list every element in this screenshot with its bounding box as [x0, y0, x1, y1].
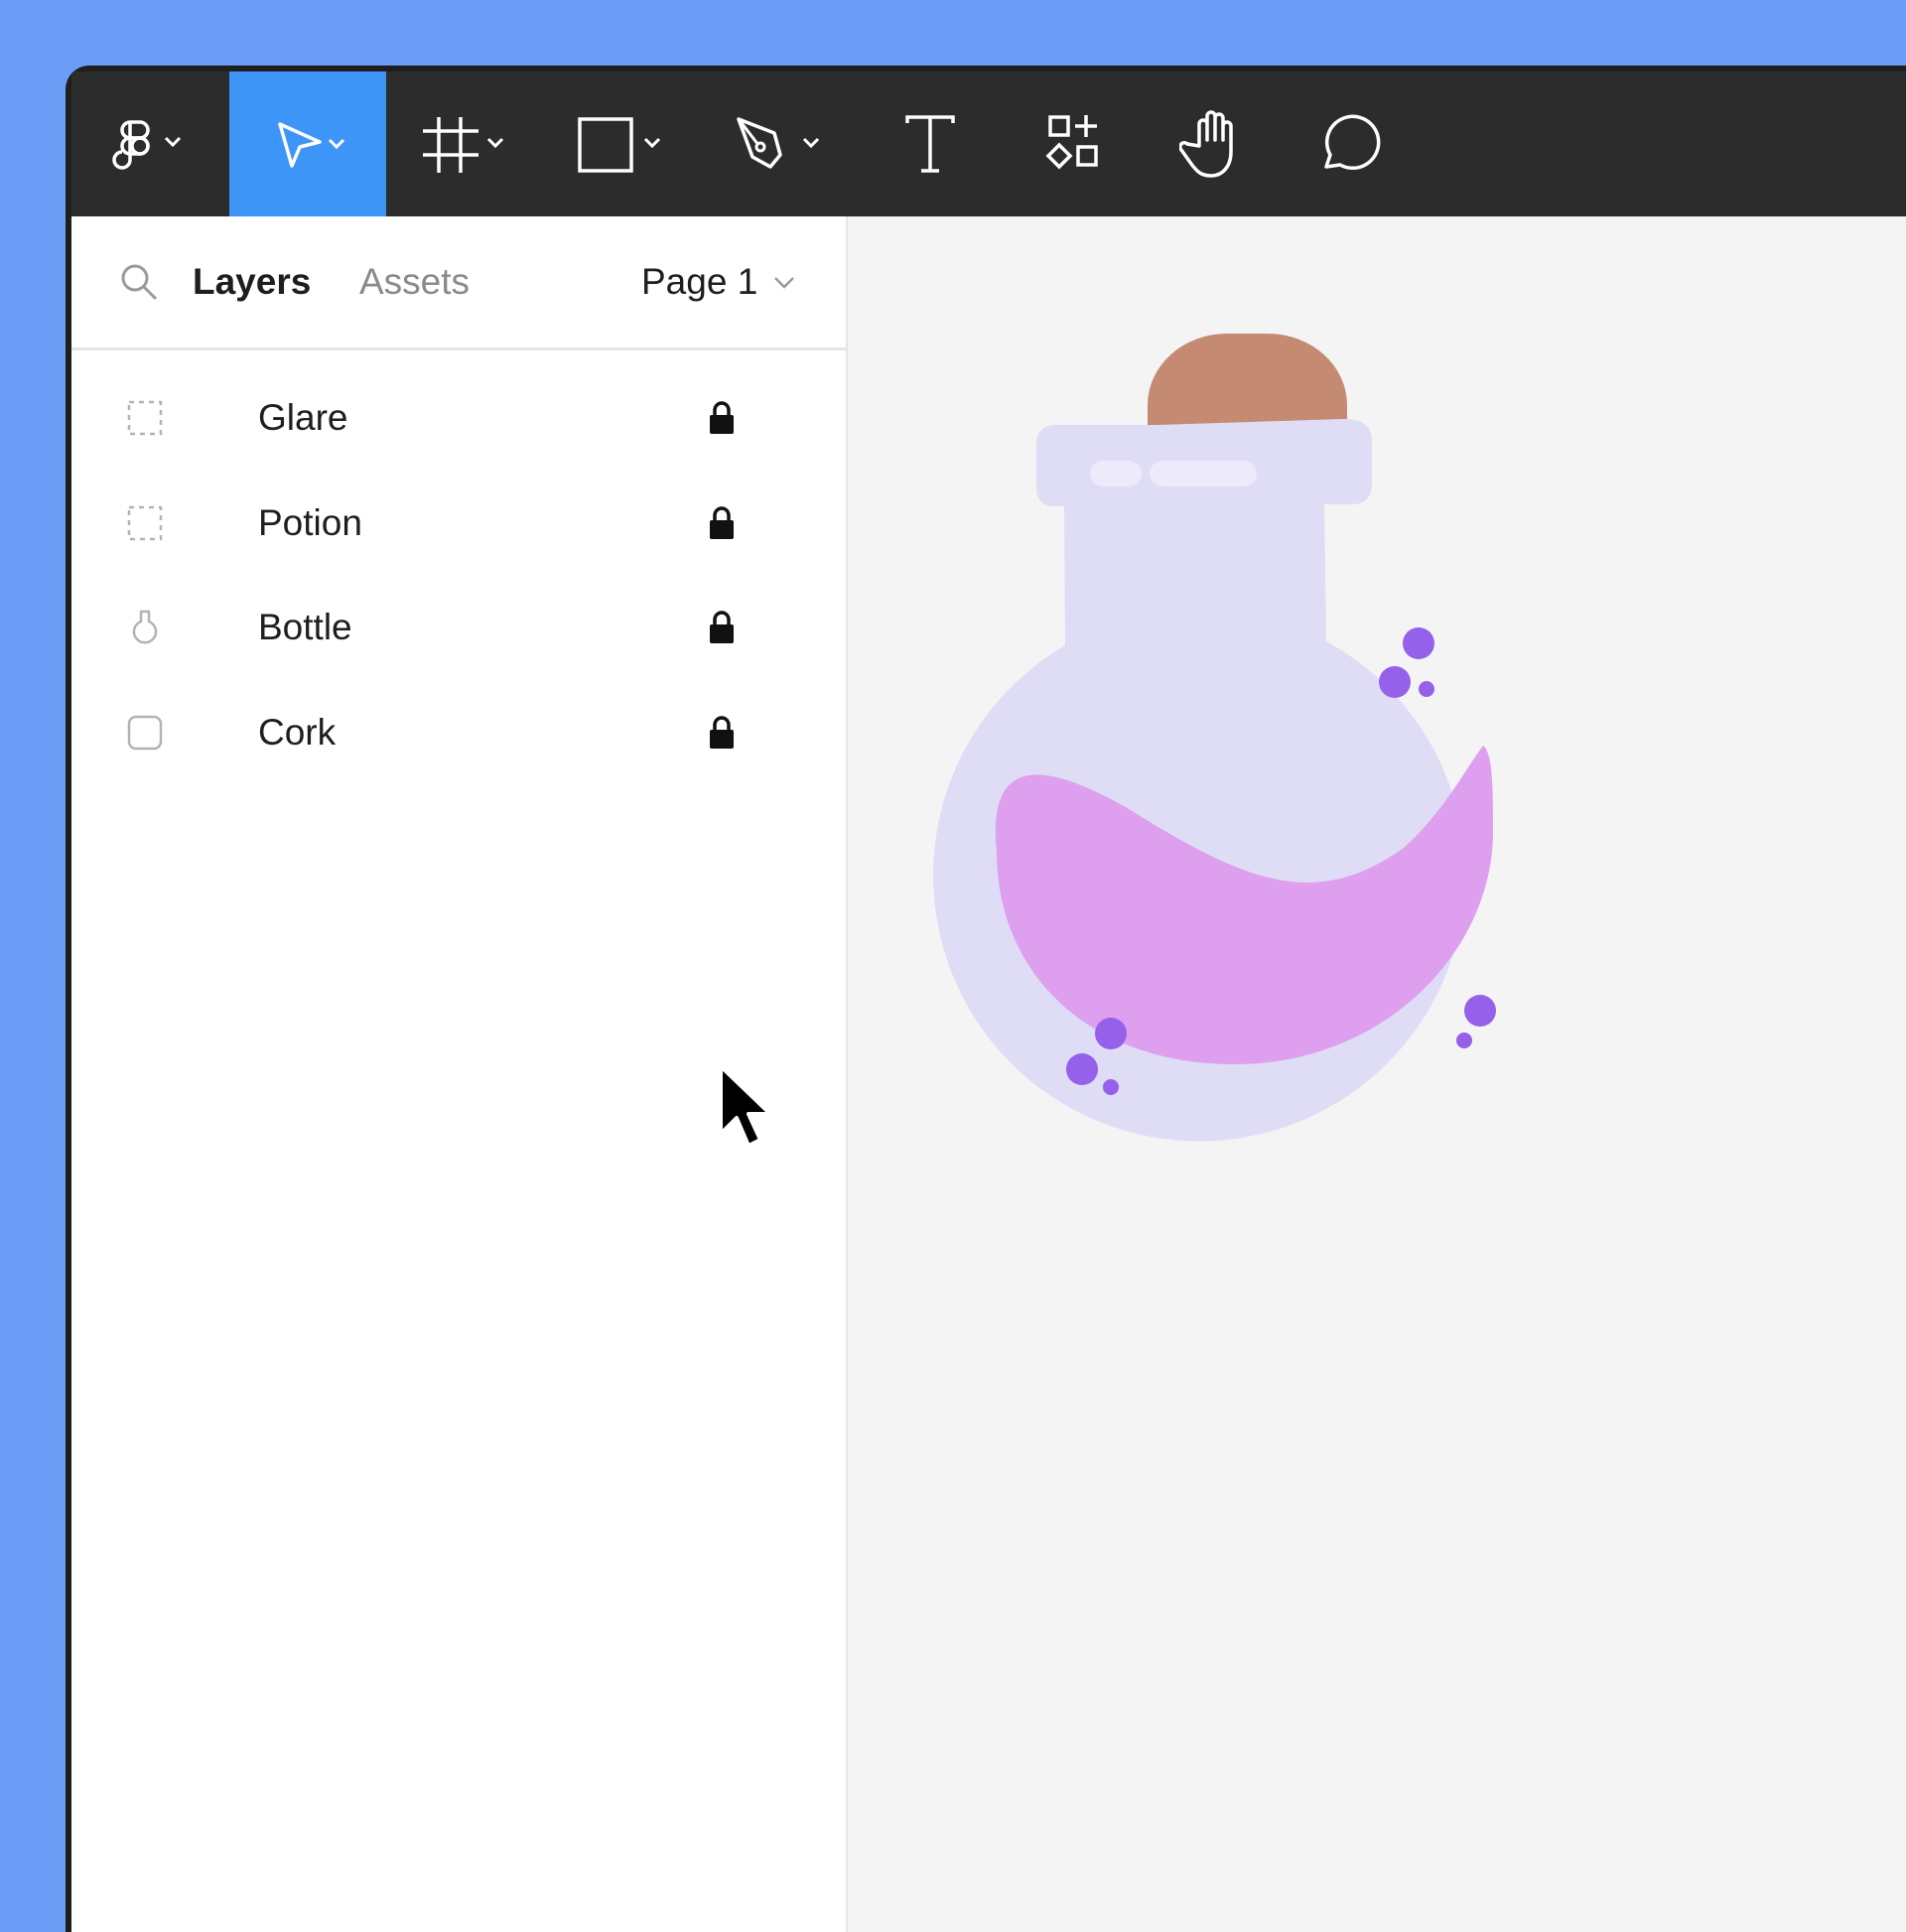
- main-menu-button[interactable]: [71, 71, 228, 216]
- search-button[interactable]: [117, 216, 161, 347]
- frame-tool-button[interactable]: [387, 71, 544, 216]
- layer-row-cork[interactable]: Cork: [71, 680, 846, 784]
- toolbar: [71, 71, 1906, 216]
- glare-shape: [1150, 461, 1257, 486]
- layer-name: Bottle: [258, 606, 352, 647]
- page-selector[interactable]: Page 1: [641, 216, 799, 347]
- mouse-cursor-icon: [719, 1064, 772, 1148]
- layer-row-bottle[interactable]: Bottle: [71, 575, 846, 679]
- move-arrow-icon: [278, 122, 345, 168]
- lock-icon[interactable]: [709, 715, 735, 750]
- potion-illustration[interactable]: [848, 216, 1906, 1309]
- pen-icon: [737, 117, 820, 169]
- text-tool-button[interactable]: [858, 71, 1003, 216]
- lock-icon[interactable]: [709, 400, 735, 435]
- lock-icon[interactable]: [709, 610, 735, 644]
- pen-tool-button[interactable]: [701, 71, 858, 216]
- layer-name: Potion: [258, 501, 362, 543]
- rectangle-icon: [127, 715, 163, 750]
- group-icon: [127, 505, 163, 540]
- layer-name: Cork: [258, 711, 337, 753]
- comment-icon: [1324, 114, 1381, 171]
- rectangle-icon: [578, 117, 661, 173]
- search-icon: [121, 264, 158, 301]
- layers-panel: Layers Assets Page 1 Glare Potion Bottle…: [71, 216, 848, 1932]
- comment-tool-button[interactable]: [1281, 71, 1414, 216]
- figma-logo-icon: [112, 120, 182, 170]
- app-window: Layers Assets Page 1 Glare Potion Bottle…: [66, 66, 1906, 1932]
- lock-icon[interactable]: [709, 505, 735, 540]
- hand-tool-button[interactable]: [1148, 71, 1281, 216]
- frame-icon: [423, 117, 504, 173]
- panel-header: Layers Assets Page 1: [71, 216, 846, 350]
- shape-tool-button[interactable]: [544, 71, 701, 216]
- tab-assets[interactable]: Assets: [359, 216, 470, 347]
- group-icon: [127, 400, 163, 435]
- layer-row-potion[interactable]: Potion: [71, 471, 846, 575]
- tab-layers[interactable]: Layers: [193, 216, 311, 347]
- layer-row-glare[interactable]: Glare: [71, 365, 846, 470]
- resources-icon: [1045, 115, 1098, 170]
- resources-tool-button[interactable]: [1003, 71, 1148, 216]
- page-label: Page 1: [641, 261, 758, 302]
- chevron-down-icon: [774, 277, 795, 289]
- glare-shape: [1090, 461, 1142, 486]
- hand-icon: [1179, 110, 1233, 178]
- canvas[interactable]: [848, 216, 1906, 1932]
- text-icon: [905, 115, 955, 173]
- vector-bottle-icon: [132, 610, 158, 643]
- move-tool-button[interactable]: [229, 71, 386, 216]
- layer-name: Glare: [258, 396, 348, 438]
